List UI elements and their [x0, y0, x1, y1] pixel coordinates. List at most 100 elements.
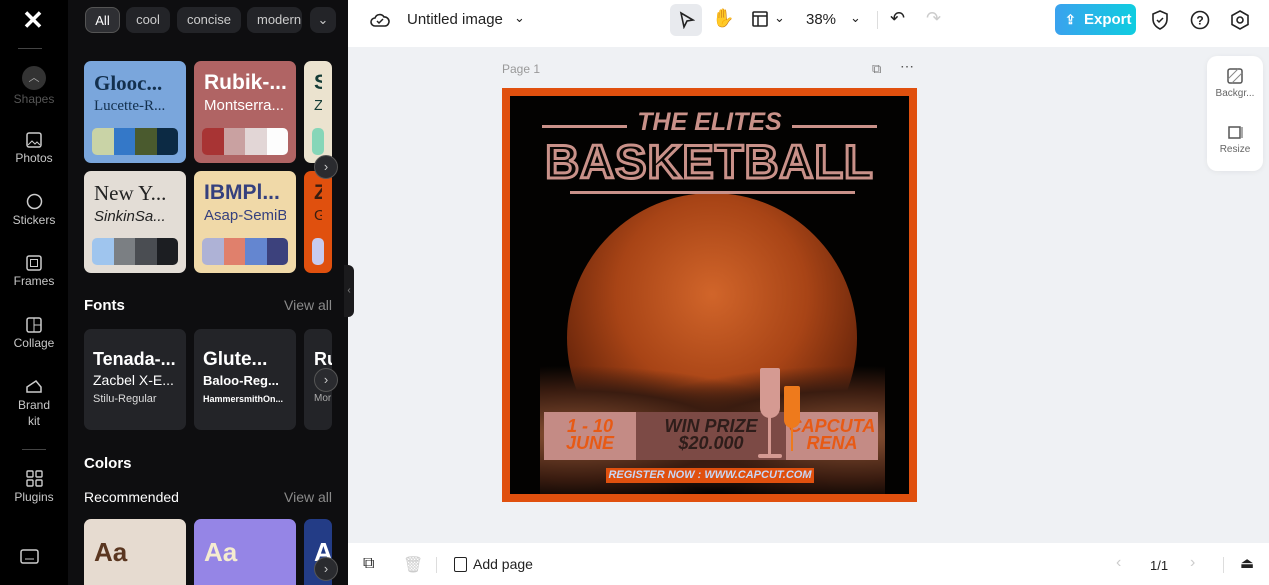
- left-rail: ✕ ︿ Shapes Photos Stickers Frames Collage…: [0, 0, 68, 585]
- layout-icon[interactable]: [752, 11, 768, 27]
- swatch: [223, 238, 245, 265]
- template-card[interactable]: IBMPl... Asap-SemiB...: [194, 171, 296, 273]
- cloud-saved-icon[interactable]: [370, 11, 390, 29]
- deco-line: [542, 125, 627, 128]
- color-card-sample: Aa: [204, 537, 238, 567]
- swatch: [223, 128, 245, 155]
- divider: [436, 557, 437, 573]
- swatch: [312, 238, 324, 265]
- poster[interactable]: THE ELITES BASKETBALL 1 - 10 JUNE WIN PR…: [502, 88, 917, 502]
- template-card[interactable]: Z Gro: [304, 171, 332, 273]
- swatch: [266, 128, 288, 155]
- color-card[interactable]: Aa: [194, 519, 296, 585]
- template-font-title: IBMPl...: [204, 181, 280, 204]
- delete-page-icon[interactable]: 🗑: [403, 555, 423, 575]
- template-card[interactable]: Rubik-... Montserra...: [194, 61, 296, 163]
- swatch: [245, 128, 267, 155]
- duplicate-page-icon[interactable]: ⧉: [363, 555, 374, 573]
- plugins-icon: [25, 470, 43, 487]
- rail-item-shapes[interactable]: ︿ Shapes: [0, 66, 68, 106]
- template-card[interactable]: Sp ZY: [304, 61, 332, 163]
- fonts-view-all[interactable]: View all: [284, 297, 332, 313]
- prev-page-icon[interactable]: ‹: [1116, 554, 1121, 572]
- export-button[interactable]: ⇪ Export: [1055, 4, 1136, 35]
- zoom-level[interactable]: 38%: [806, 11, 836, 28]
- background-button[interactable]: Backgr...: [1207, 68, 1263, 99]
- resize-icon: [1228, 126, 1243, 139]
- rail-item-collage[interactable]: Collage: [0, 317, 68, 350]
- undo-icon[interactable]: ↶: [890, 8, 905, 29]
- template-card[interactable]: New Y... SinkinSa...: [84, 171, 186, 273]
- champagne-glass-icon: [760, 368, 780, 418]
- shield-check-icon[interactable]: [1151, 10, 1169, 30]
- colors-next-button[interactable]: ›: [314, 557, 338, 581]
- template-font-title: Z: [314, 181, 322, 204]
- capcut-logo[interactable]: ✕: [18, 7, 48, 33]
- layout-chevron-down-icon[interactable]: ⌄: [774, 10, 785, 26]
- add-page-button[interactable]: Add page: [454, 555, 533, 573]
- color-swatches: [202, 128, 288, 155]
- font-card[interactable]: Glute... Baloo-Reg... HammersmithOn...: [194, 329, 296, 430]
- rail-item-stickers[interactable]: Stickers: [0, 193, 68, 227]
- color-swatches: [92, 238, 178, 265]
- chip-all[interactable]: All: [85, 7, 120, 33]
- swatch: [113, 128, 135, 155]
- hand-tool-icon[interactable]: ✋: [712, 8, 734, 29]
- collapse-pages-icon[interactable]: ⏏: [1240, 554, 1254, 572]
- chevron-up-icon[interactable]: ︿: [22, 66, 46, 90]
- zoom-chevron-down-icon[interactable]: ⌄: [850, 10, 861, 26]
- template-font-title: Rubik-...: [204, 71, 286, 94]
- color-swatches: [92, 128, 178, 155]
- swatch: [266, 238, 288, 265]
- swatch: [156, 128, 178, 155]
- divider: [22, 449, 46, 450]
- glass-stem: [791, 426, 793, 451]
- fonts-next-button[interactable]: ›: [314, 368, 338, 392]
- help-icon[interactable]: ?: [1190, 10, 1210, 30]
- redo-icon[interactable]: ↷: [926, 8, 941, 29]
- colors-view-all[interactable]: View all: [284, 489, 332, 505]
- recommended-label: Recommended: [84, 489, 179, 505]
- templates-next-button[interactable]: ›: [314, 155, 338, 179]
- side-tools: Backgr... Resize: [1207, 56, 1263, 171]
- chip-modern[interactable]: modern: [247, 7, 302, 33]
- swatch: [113, 238, 135, 265]
- chips-expand-button[interactable]: ⌄: [310, 7, 336, 33]
- collage-icon: [26, 317, 42, 333]
- keyboard-icon[interactable]: [20, 549, 39, 564]
- deco-line: [570, 191, 855, 194]
- template-font-sub: Montserra...: [204, 97, 285, 114]
- panel-collapse-handle[interactable]: ‹: [344, 265, 354, 317]
- color-swatches: [312, 238, 324, 265]
- template-font-sub: ZY: [314, 97, 322, 114]
- svg-text:?: ?: [1196, 14, 1203, 28]
- color-card[interactable]: Aa: [84, 519, 186, 585]
- page-more-icon[interactable]: ⋯: [900, 58, 914, 75]
- color-card-sample: Aa: [94, 537, 128, 567]
- photo-icon: [26, 132, 42, 148]
- select-tool-button[interactable]: [670, 4, 702, 36]
- title-chevron-down-icon[interactable]: ⌄: [514, 10, 525, 26]
- template-card[interactable]: Glooc... Lucette-R...: [84, 61, 186, 163]
- chip-cool[interactable]: cool: [126, 7, 170, 33]
- template-font-sub: Gro: [314, 207, 322, 224]
- template-font-title: Sp: [314, 71, 322, 94]
- rail-item-brand-kit[interactable]: Brand kit: [0, 379, 68, 429]
- rail-item-plugins[interactable]: Plugins: [0, 470, 68, 504]
- page-label: Page 1: [502, 62, 541, 76]
- swatch: [202, 128, 224, 155]
- resize-button[interactable]: Resize: [1207, 124, 1263, 155]
- font-card[interactable]: Tenada-... Zacbel X-E... Stilu-Regular: [84, 329, 186, 430]
- glass-base: [758, 454, 782, 458]
- rail-item-frames[interactable]: Frames: [0, 255, 68, 288]
- swatch: [156, 238, 178, 265]
- settings-icon[interactable]: [1230, 10, 1250, 30]
- top-toolbar: Untitled image ⌄ ✋ ⌄ 38% ⌄ ↶ ↷ ⇪ Export ?: [348, 0, 1269, 47]
- orange-glass-icon: [784, 386, 800, 428]
- chip-concise[interactable]: concise: [177, 7, 241, 33]
- document-title[interactable]: Untitled image: [407, 11, 503, 28]
- page-duplicate-icon[interactable]: ⧉: [872, 61, 881, 77]
- next-page-icon[interactable]: ›: [1190, 554, 1195, 572]
- swatch: [245, 238, 267, 265]
- rail-item-photos[interactable]: Photos: [0, 132, 68, 165]
